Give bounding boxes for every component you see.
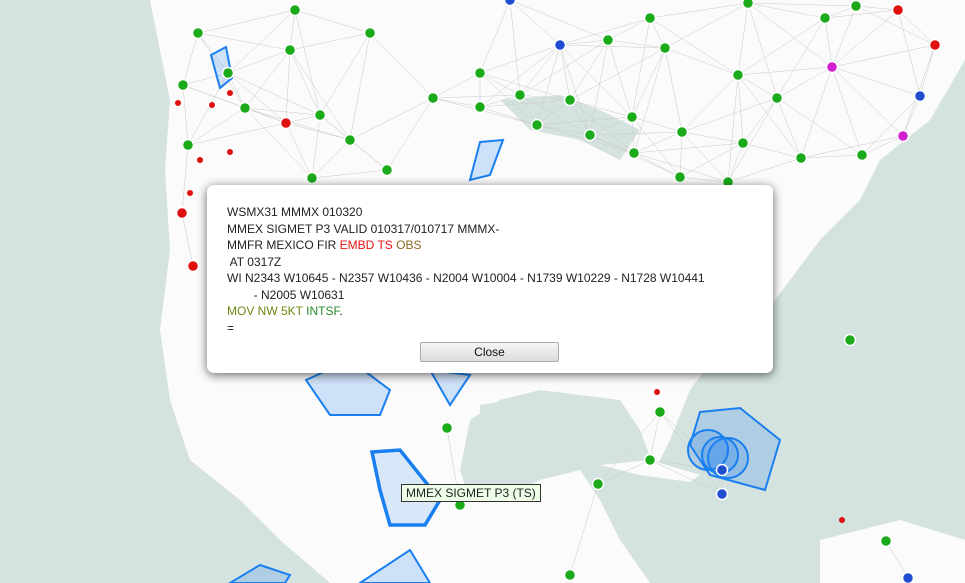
- sigmet-tooltip: MMEX SIGMET P3 (TS): [401, 484, 541, 502]
- sigmet-text: WSMX31 MMMX 010320 MMEX SIGMET P3 VALID …: [227, 204, 705, 336]
- station-marker[interactable]: [770, 91, 784, 105]
- station-marker[interactable]: [591, 477, 605, 491]
- station-marker[interactable]: [313, 108, 327, 122]
- station-marker[interactable]: [896, 129, 910, 143]
- station-marker[interactable]: [238, 101, 252, 115]
- station-marker[interactable]: [563, 93, 577, 107]
- station-marker[interactable]: [625, 110, 639, 124]
- station-marker[interactable]: [849, 0, 863, 13]
- pirep-dot[interactable]: [175, 100, 181, 106]
- station-marker[interactable]: [643, 453, 657, 467]
- station-marker[interactable]: [279, 116, 293, 130]
- area-line: WI N2343 W10645 - N2357 W10436 - N2004 W…: [227, 271, 705, 285]
- station-marker[interactable]: [643, 11, 657, 25]
- station-marker[interactable]: [221, 66, 235, 80]
- station-marker[interactable]: [530, 118, 544, 132]
- station-marker[interactable]: [583, 128, 597, 142]
- station-marker[interactable]: [855, 148, 869, 162]
- station-marker[interactable]: [380, 163, 394, 177]
- station-marker[interactable]: [928, 38, 942, 52]
- station-marker[interactable]: [363, 26, 377, 40]
- station-marker[interactable]: [473, 66, 487, 80]
- station-marker[interactable]: [288, 3, 302, 17]
- close-button[interactable]: Close: [420, 342, 559, 362]
- end-marker: =: [227, 320, 235, 335]
- station-marker[interactable]: [343, 133, 357, 147]
- fir-label: MMFR MEXICO FIR: [227, 238, 340, 252]
- station-marker[interactable]: [627, 146, 641, 160]
- station-marker[interactable]: [736, 136, 750, 150]
- station-marker[interactable]: [731, 68, 745, 82]
- sigmet-polygon: [228, 563, 292, 583]
- station-marker[interactable]: [653, 405, 667, 419]
- station-marker[interactable]: [825, 60, 839, 74]
- station-marker[interactable]: [186, 259, 200, 273]
- period: .: [339, 304, 343, 318]
- station-marker[interactable]: [563, 568, 577, 582]
- station-marker[interactable]: [673, 170, 687, 184]
- station-marker[interactable]: [658, 41, 672, 55]
- station-marker[interactable]: [283, 43, 297, 57]
- station-marker[interactable]: [601, 33, 615, 47]
- station-marker[interactable]: [175, 206, 189, 220]
- time-line: AT 0317Z: [227, 254, 282, 269]
- pirep-dot[interactable]: [209, 102, 215, 108]
- station-marker[interactable]: [440, 421, 454, 435]
- station-marker[interactable]: [818, 11, 832, 25]
- station-marker[interactable]: [901, 571, 915, 583]
- station-marker[interactable]: [794, 151, 808, 165]
- pirep-dot[interactable]: [187, 190, 193, 196]
- station-marker[interactable]: [513, 88, 527, 102]
- pirep-dot[interactable]: [654, 389, 660, 395]
- station-marker[interactable]: [675, 125, 689, 139]
- station-marker[interactable]: [843, 333, 857, 347]
- pirep-dot[interactable]: [227, 149, 233, 155]
- station-marker[interactable]: [715, 487, 729, 501]
- station-marker[interactable]: [741, 0, 755, 10]
- movement-label: MOV NW 5KT: [227, 304, 303, 318]
- station-marker[interactable]: [191, 26, 205, 40]
- station-marker[interactable]: [715, 463, 729, 477]
- hazard-ts: TS: [377, 238, 393, 252]
- station-marker[interactable]: [891, 3, 905, 17]
- header-line: WSMX31 MMMX 010320: [227, 205, 363, 219]
- station-marker[interactable]: [426, 91, 440, 105]
- pirep-dot[interactable]: [839, 517, 845, 523]
- station-marker[interactable]: [503, 0, 517, 7]
- station-marker[interactable]: [305, 171, 319, 185]
- intensity-label: INTSF: [306, 304, 340, 318]
- hazard-embd: EMBD: [339, 238, 375, 252]
- station-marker[interactable]: [176, 78, 190, 92]
- area-line-cont: - N2005 W10631: [227, 287, 345, 302]
- pirep-dot[interactable]: [227, 90, 233, 96]
- station-marker[interactable]: [473, 100, 487, 114]
- station-marker[interactable]: [913, 89, 927, 103]
- sigmet-id-line: MMEX SIGMET P3 VALID 010317/010717 MMMX-: [227, 221, 500, 236]
- station-marker[interactable]: [879, 534, 893, 548]
- station-marker[interactable]: [553, 38, 567, 52]
- gulf-of-mexico: [480, 395, 640, 470]
- sigmet-dialog: WSMX31 MMMX 010320 MMEX SIGMET P3 VALID …: [207, 185, 773, 373]
- station-marker[interactable]: [181, 138, 195, 152]
- obs-label: OBS: [396, 238, 422, 252]
- pirep-dot[interactable]: [197, 157, 203, 163]
